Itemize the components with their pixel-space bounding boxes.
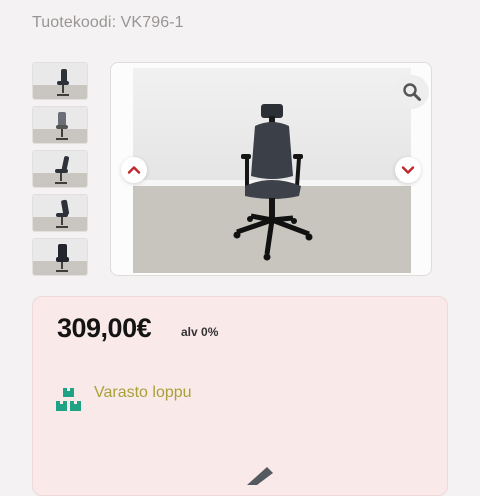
stock-status: Varasto loppu	[94, 384, 192, 401]
next-image-button[interactable]	[395, 157, 421, 183]
product-photo	[133, 68, 411, 273]
wrench-icon	[247, 467, 273, 485]
product-code: Tuotekoodi: VK796-1	[32, 14, 184, 31]
chevron-down-icon	[401, 166, 415, 174]
thumbnail-5[interactable]	[32, 238, 88, 276]
product-image-viewer[interactable]	[110, 62, 432, 276]
zoom-button[interactable]	[395, 75, 429, 109]
thumbnail-1[interactable]	[32, 62, 88, 100]
price: 309,00€	[57, 313, 152, 343]
vat-label: alv 0%	[181, 325, 219, 339]
previous-image-button[interactable]	[121, 157, 147, 183]
chevron-up-icon	[127, 166, 141, 174]
thumbnail-4[interactable]	[32, 194, 88, 232]
thumbnail-2[interactable]	[32, 106, 88, 144]
thumbnail-3[interactable]	[32, 150, 88, 188]
search-icon	[403, 83, 421, 101]
purchase-card: 309,00€ alv 0% Varasto loppu	[32, 296, 448, 496]
boxes-icon	[56, 388, 81, 411]
